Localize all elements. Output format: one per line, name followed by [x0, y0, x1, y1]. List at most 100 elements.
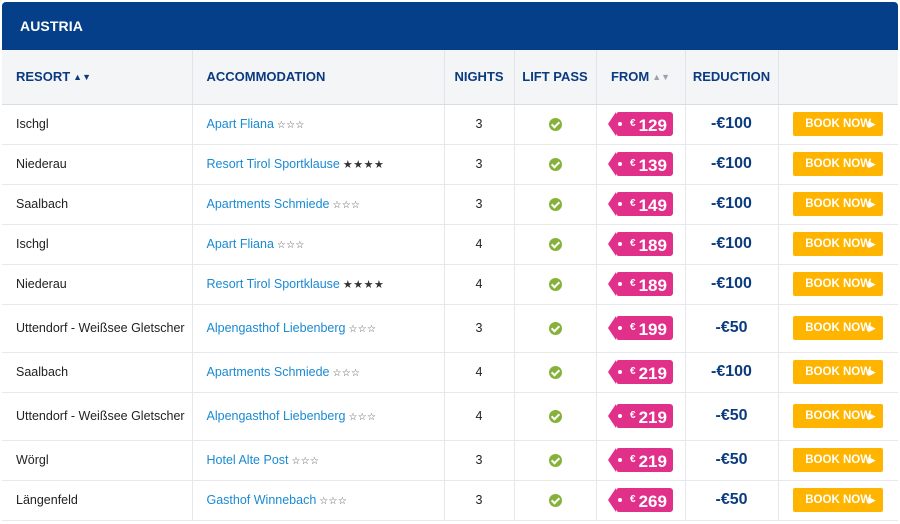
- price-cell: €269: [596, 480, 686, 521]
- price-tag: €219: [608, 404, 673, 428]
- book-now-button[interactable]: BOOK NOW ▶: [793, 448, 884, 472]
- reduction-cell: -€50: [685, 304, 779, 353]
- resort-name: Niederau: [16, 156, 67, 171]
- table-row: Wörgl Hotel Alte Post ☆☆☆ 3 €219 -€50 BOOK NOW…: [2, 440, 898, 481]
- price-tag: €139: [608, 152, 673, 176]
- nights-value: 4: [475, 277, 483, 291]
- lift-pass-cell: [514, 264, 597, 305]
- tag-hole-icon: [618, 202, 623, 206]
- accommodation-cell: Apart Fliana ☆☆☆: [192, 224, 445, 265]
- resort-cell: Niederau: [2, 264, 193, 305]
- book-now-label: BOOK NOW: [805, 366, 872, 378]
- resort-name: Saalbach: [16, 196, 69, 211]
- book-now-button[interactable]: BOOK NOW ▶: [793, 192, 884, 216]
- table-header-row: RESORT ▲▼ ACCOMMODATION NIGHTS LIFT PASS …: [2, 50, 898, 105]
- nights-value: 3: [475, 117, 483, 131]
- accommodation-link[interactable]: Hotel Alte Post: [207, 453, 289, 467]
- reduction-value: -€100: [711, 155, 752, 172]
- nights-cell: 4: [444, 224, 515, 265]
- column-header-lift-pass: LIFT PASS: [514, 50, 597, 105]
- accommodation-link[interactable]: Gasthof Winnebach: [207, 493, 317, 507]
- nights-cell: 3: [444, 480, 515, 521]
- price-value: 269: [638, 492, 667, 511]
- column-header-resort[interactable]: RESORT ▲▼: [2, 50, 193, 105]
- lift-pass-cell: [514, 224, 597, 265]
- sort-ascending-icon[interactable]: ▲▼: [73, 72, 91, 82]
- offers-panel: AUSTRIA RESORT ▲▼ ACCOMMODATION NIGHTS L…: [0, 0, 900, 524]
- resort-name: Ischgl: [16, 236, 49, 251]
- book-now-label: BOOK NOW: [805, 494, 872, 506]
- action-cell: BOOK NOW ▶: [778, 224, 898, 265]
- book-now-label: BOOK NOW: [805, 158, 872, 170]
- nights-value: 4: [475, 237, 483, 251]
- tag-hole-icon: [618, 282, 623, 286]
- price-cell: €219: [596, 392, 686, 441]
- book-now-button[interactable]: BOOK NOW ▶: [793, 152, 884, 176]
- book-now-button[interactable]: BOOK NOW ▶: [793, 112, 884, 136]
- accommodation-cell: Resort Tirol Sportklause ★★★★: [192, 264, 445, 305]
- tag-hole-icon: [618, 414, 623, 418]
- reduction-cell: -€100: [685, 144, 779, 185]
- reduction-value: -€100: [711, 115, 752, 132]
- tag-hole-icon: [618, 162, 623, 166]
- column-header-accommodation: ACCOMMODATION: [192, 50, 445, 105]
- resort-cell: Uttendorf - Weißsee Gletscher: [2, 392, 193, 441]
- currency-symbol: €: [630, 494, 636, 505]
- lift-pass-cell: [514, 304, 597, 353]
- star-rating-icon: ☆☆☆: [348, 324, 377, 335]
- reduction-cell: -€100: [685, 264, 779, 305]
- reduction-cell: -€50: [685, 392, 779, 441]
- currency-symbol: €: [630, 278, 636, 289]
- book-now-button[interactable]: BOOK NOW ▶: [793, 488, 884, 512]
- resort-cell: Längenfeld: [2, 480, 193, 521]
- lift-pass-cell: [514, 480, 597, 521]
- accommodation-link[interactable]: Resort Tirol Sportklause: [207, 277, 340, 291]
- reduction-cell: -€50: [685, 480, 779, 521]
- column-header-nights: NIGHTS: [444, 50, 515, 105]
- book-now-button[interactable]: BOOK NOW ▶: [793, 232, 884, 256]
- action-cell: BOOK NOW ▶: [778, 304, 898, 353]
- resort-cell: Uttendorf - Weißsee Gletscher: [2, 304, 193, 353]
- column-header-label: RESORT: [16, 69, 71, 85]
- book-now-button[interactable]: BOOK NOW ▶: [793, 360, 884, 384]
- price-value: 219: [638, 452, 667, 471]
- nights-value: 3: [475, 197, 483, 211]
- action-cell: BOOK NOW ▶: [778, 352, 898, 393]
- lift-pass-cell: [514, 184, 597, 225]
- reduction-cell: -€100: [685, 104, 779, 145]
- column-header-from[interactable]: FROM ▲▼: [596, 50, 686, 105]
- price-tag: €219: [608, 360, 673, 384]
- check-icon: [548, 454, 562, 468]
- accommodation-cell: Alpengasthof Liebenberg ☆☆☆: [192, 392, 445, 441]
- accommodation-link[interactable]: Apartments Schmiede: [207, 365, 330, 379]
- accommodation-link[interactable]: Alpengasthof Liebenberg: [207, 409, 346, 423]
- price-cell: €129: [596, 104, 686, 145]
- price-value: 139: [638, 156, 667, 175]
- currency-symbol: €: [630, 366, 636, 377]
- book-now-button[interactable]: BOOK NOW ▶: [793, 404, 884, 428]
- tag-hole-icon: [618, 498, 623, 502]
- sort-icon[interactable]: ▲▼: [652, 72, 670, 82]
- book-now-button[interactable]: BOOK NOW ▶: [793, 272, 884, 296]
- book-now-button[interactable]: BOOK NOW ▶: [793, 316, 884, 340]
- column-header-label: NIGHTS: [454, 69, 504, 85]
- currency-symbol: €: [630, 238, 636, 249]
- accommodation-link[interactable]: Resort Tirol Sportklause: [207, 157, 340, 171]
- accommodation-cell: Resort Tirol Sportklause ★★★★: [192, 144, 445, 185]
- price-value: 219: [638, 408, 667, 427]
- accommodation-link[interactable]: Apart Fliana: [207, 237, 274, 251]
- price-tag: €269: [608, 488, 673, 512]
- chevron-right-icon: ▶: [868, 279, 876, 289]
- resort-cell: Saalbach: [2, 184, 193, 225]
- accommodation-link[interactable]: Apartments Schmiede: [207, 197, 330, 211]
- currency-symbol: €: [630, 322, 636, 333]
- star-rating-icon: ☆☆☆: [319, 496, 348, 507]
- reduction-cell: -€100: [685, 352, 779, 393]
- nights-cell: 4: [444, 392, 515, 441]
- price-value: 189: [638, 276, 667, 295]
- currency-symbol: €: [630, 158, 636, 169]
- accommodation-link[interactable]: Apart Fliana: [207, 117, 274, 131]
- resort-cell: Niederau: [2, 144, 193, 185]
- chevron-right-icon: ▶: [868, 411, 876, 421]
- accommodation-link[interactable]: Alpengasthof Liebenberg: [207, 321, 346, 335]
